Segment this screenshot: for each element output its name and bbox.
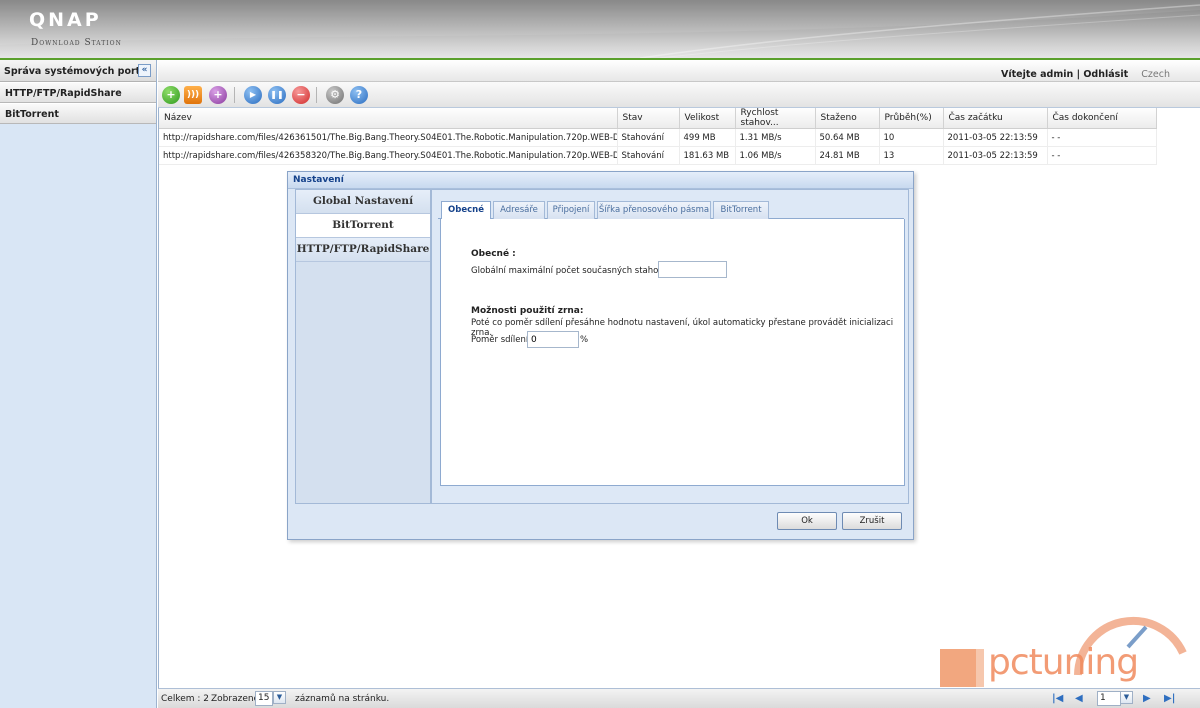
cell-start-time: 2011-03-05 22:13:59 [943,146,1048,165]
settings-dialog: Nastavení Global Nastavení BitTorrent HT… [287,171,914,540]
add-icon[interactable]: + [162,86,180,104]
pause-icon[interactable]: ❚❚ [268,86,286,104]
column-header-end-time[interactable]: Čas dokončení [1047,108,1157,129]
remove-icon[interactable]: − [292,86,310,104]
cell-speed: 1.31 MB/s [735,128,816,147]
header-swoosh [0,0,1200,58]
sidebar-item-label: BitTorrent [5,109,59,120]
cell-downloaded: 50.64 MB [815,128,880,147]
column-header-name[interactable]: Název [159,108,618,129]
toolbar-separator [316,87,317,103]
pctuning-watermark: pctuning [938,605,1188,690]
cell-progress: 10 [879,128,944,147]
cell-end-time: - - [1047,128,1157,147]
sidebar-item-bittorrent[interactable]: BitTorrent [0,103,156,124]
cell-start-time: 2011-03-05 22:13:59 [943,128,1048,147]
tab-bandwidth[interactable]: Šířka přenosového pásma [597,201,711,219]
app-header: QNAP Download Station [0,0,1200,58]
language-selector[interactable]: Czech [1141,69,1170,80]
dialog-title: Nastavení [288,172,913,189]
rss-icon[interactable]: ))) [184,86,202,104]
add-bt-icon[interactable]: + [209,86,227,104]
app-subtitle: Download Station [31,38,122,48]
toolbar: + ))) + ▶ ❚❚ − ⚙ ? [158,82,1200,108]
tab-bittorrent[interactable]: BitTorrent [713,201,769,219]
welcome-logout-link[interactable]: Vítejte admin | Odhlásit [1001,69,1128,80]
tab-connection[interactable]: Připojení [547,201,595,219]
nav-bittorrent[interactable]: BitTorrent [296,214,430,238]
per-page-select[interactable]: 15 [255,691,273,706]
cell-name: http://rapidshare.com/files/426361501/Th… [159,128,618,147]
start-icon[interactable]: ▶ [244,86,262,104]
ratio-unit: % [580,335,589,345]
max-downloads-label: Globální maximální počet současných stah… [471,266,680,276]
tab-general[interactable]: Obecné [441,201,491,220]
cell-speed: 1.06 MB/s [735,146,816,165]
top-bar: Vítejte admin | Odhlásit Czech [158,60,1200,82]
column-header-start-time[interactable]: Čas začátku [943,108,1048,129]
column-header-status[interactable]: Stav [617,108,680,129]
max-downloads-field[interactable] [658,261,727,278]
watermark-text: pctuning [988,642,1139,683]
pagination-bar: Celkem : 2 Zobrazeno 15 ▼ záznamů na str… [158,688,1200,708]
toolbar-separator [234,87,235,103]
tab-directories[interactable]: Adresáře [493,201,545,219]
page-select[interactable]: 1 [1097,691,1121,706]
column-header-downloaded[interactable]: Staženo [815,108,880,129]
cell-size: 499 MB [679,128,736,147]
sidebar-title-label: Správa systémových portů [4,66,147,77]
chevron-down-icon[interactable]: ▼ [273,691,286,704]
cell-size: 181.63 MB [679,146,736,165]
cell-end-time: - - [1047,146,1157,165]
general-heading: Obecné : [471,249,516,259]
shown-label: Zobrazeno [211,694,260,704]
nav-global-settings[interactable]: Global Nastavení [296,190,430,214]
table-row[interactable]: http://rapidshare.com/files/426358320/Th… [159,146,1157,165]
nav-http-ftp-rapidshare[interactable]: HTTP/FTP/RapidShare [296,238,430,262]
qnap-logo: QNAP [29,9,102,31]
help-icon[interactable]: ? [350,86,368,104]
per-page-suffix: záznamů na stránku. [295,694,390,704]
cell-status: Stahování [617,146,680,165]
first-page-icon[interactable]: |◀ [1052,693,1063,704]
last-page-icon[interactable]: ▶| [1164,693,1175,704]
collapse-icon[interactable]: « [138,64,151,77]
settings-tabs: Obecné Adresáře Připojení Šířka přenosov… [438,200,904,220]
table-header-row: Název Stav Velikost Rychlost stahov... S… [159,108,1157,129]
settings-nav: Global Nastavení BitTorrent HTTP/FTP/Rap… [295,189,431,504]
column-header-progress[interactable]: Průběh(%) [879,108,944,129]
sidebar-title: Správa systémových portů « [0,60,156,82]
general-tab-panel: Obecné : Globální maximální počet součas… [440,219,905,486]
ratio-label: Poměr sdílení: [471,335,532,345]
next-page-icon[interactable]: ▶ [1143,693,1151,704]
cell-downloaded: 24.81 MB [815,146,880,165]
sidebar: Správa systémových portů « HTTP/FTP/Rapi… [0,60,157,708]
prev-page-icon[interactable]: ◀ [1075,693,1083,704]
cell-status: Stahování [617,128,680,147]
cell-progress: 13 [879,146,944,165]
download-table: Název Stav Velikost Rychlost stahov... S… [159,108,1157,165]
cancel-button[interactable]: Zrušit [842,512,902,530]
column-header-size[interactable]: Velikost [679,108,736,129]
table-row[interactable]: http://rapidshare.com/files/426361501/Th… [159,128,1157,147]
settings-content: Obecné Adresáře Připojení Šířka přenosov… [431,189,909,504]
chevron-down-icon[interactable]: ▼ [1120,691,1133,704]
share-ratio-field[interactable] [527,331,579,348]
cell-name: http://rapidshare.com/files/426358320/Th… [159,146,618,165]
seed-heading: Možnosti použití zrna: [471,306,584,316]
sidebar-item-http[interactable]: HTTP/FTP/RapidShare [0,82,156,103]
ok-button[interactable]: Ok [777,512,837,530]
settings-icon[interactable]: ⚙ [326,86,344,104]
total-count: Celkem : 2 [161,694,209,704]
sidebar-item-label: HTTP/FTP/RapidShare [5,88,122,99]
column-header-speed[interactable]: Rychlost stahov... [735,108,816,129]
